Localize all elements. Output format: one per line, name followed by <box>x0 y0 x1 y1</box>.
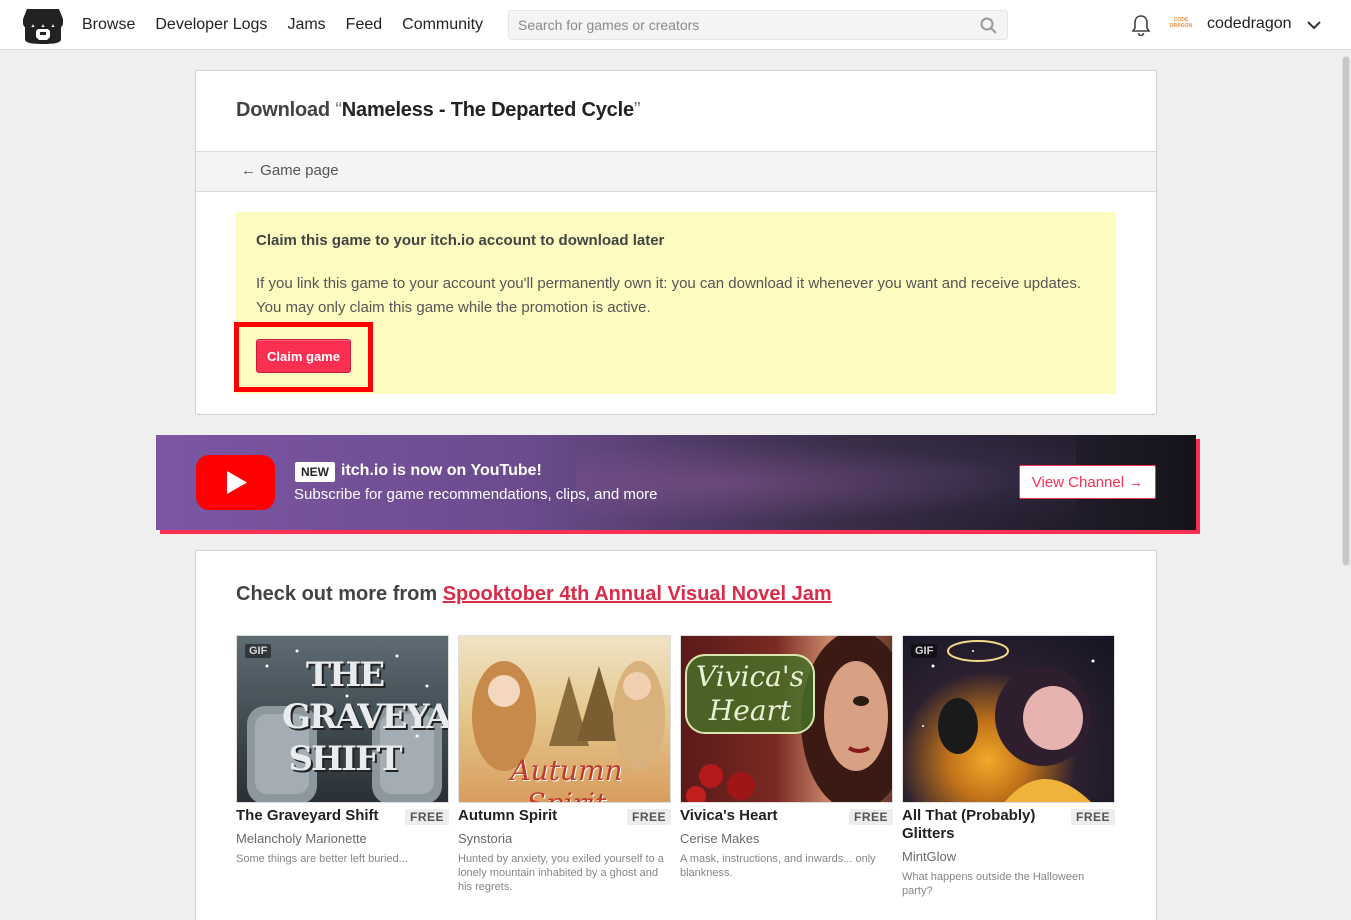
chevron-down-icon[interactable] <box>1306 17 1322 33</box>
game-cell-graveyard-shift[interactable]: GIF THE GRAVEYARD SHIFT The Graveyard Sh… <box>236 635 449 866</box>
itchio-logo-icon[interactable] <box>23 7 63 44</box>
notification-bell-icon[interactable] <box>1131 14 1151 36</box>
download-card: Download “Nameless - The Departed Cycle”… <box>195 70 1157 415</box>
game-title-row: Vivica's Heart FREE <box>680 807 893 827</box>
game-title[interactable]: The Graveyard Shift <box>236 807 396 825</box>
search-icon[interactable] <box>980 17 997 34</box>
title-game-name: Nameless - The Departed Cycle <box>341 99 634 121</box>
youtube-banner-title: itch.io is now on YouTube! <box>341 462 542 479</box>
game-cell-vivicas-heart[interactable]: Vivica's Heart Vivica's Heart FREE Ceris… <box>680 635 893 880</box>
new-badge: NEW <box>295 462 335 482</box>
price-badge: FREE <box>848 809 893 825</box>
game-cell-all-that-glitters[interactable]: GIF All That (Probably) Glitters FREE Mi… <box>902 635 1115 898</box>
more-title-prefix: Check out more from <box>236 583 443 605</box>
game-thumbnail[interactable]: Autumn Spirit <box>458 635 671 803</box>
price-badge: FREE <box>626 809 671 825</box>
game-title[interactable]: All That (Probably) Glitters <box>902 807 1062 843</box>
nav-developer-logs[interactable]: Developer Logs <box>155 16 267 34</box>
more-games-card: Check out more from Spooktober 4th Annua… <box>195 550 1157 920</box>
nav-jams[interactable]: Jams <box>287 16 325 34</box>
game-title-row: The Graveyard Shift FREE <box>236 807 449 827</box>
game-title[interactable]: Autumn Spirit <box>458 807 618 825</box>
game-title-row: All That (Probably) Glitters FREE <box>902 807 1115 845</box>
game-author[interactable]: Cerise Makes <box>680 831 893 846</box>
nav-community[interactable]: Community <box>402 16 483 34</box>
more-games-title: Check out more from Spooktober 4th Annua… <box>236 583 832 606</box>
claim-game-button[interactable]: Claim game <box>256 339 351 373</box>
jam-link[interactable]: Spooktober 4th Annual Visual Novel Jam <box>443 583 832 605</box>
main-nav: Browse Developer Logs Jams Feed Communit… <box>82 0 503 50</box>
banner-background <box>576 435 1076 530</box>
search-box <box>508 10 1008 40</box>
game-author[interactable]: Synstoria <box>458 831 671 846</box>
claim-box: Claim this game to your itch.io account … <box>234 212 1116 394</box>
claim-title: Claim this game to your itch.io account … <box>256 232 665 249</box>
claim-description: If you link this game to your account yo… <box>256 275 1081 316</box>
gif-badge: GIF <box>911 644 938 658</box>
game-description: Some things are better left buried... <box>236 853 408 865</box>
game-description: Hunted by anxiety, you exiled yourself t… <box>458 853 664 893</box>
price-badge: FREE <box>404 809 449 825</box>
username[interactable]: codedragon <box>1207 15 1292 33</box>
game-description: What happens outside the Halloween party… <box>902 871 1085 897</box>
page-title: Download “Nameless - The Departed Cycle” <box>236 99 641 122</box>
thumb-title-text: Vivica's Heart <box>685 654 815 734</box>
title-close-quote: ” <box>633 99 641 121</box>
gif-badge: GIF <box>245 644 272 658</box>
game-page-link[interactable]: ← Game page <box>241 162 339 179</box>
thumb-title-text: Autumn Spirit <box>510 754 623 802</box>
game-thumbnail[interactable]: Vivica's Heart <box>680 635 893 803</box>
nav-bar: ← Game page <box>196 151 1156 192</box>
nav-feed[interactable]: Feed <box>346 16 382 34</box>
game-title-row: Autumn Spirit FREE <box>458 807 671 827</box>
game-cell-autumn-spirit[interactable]: Autumn Spirit Autumn Spirit FREE Synstor… <box>458 635 671 894</box>
youtube-banner-subtitle: Subscribe for game recommendations, clip… <box>294 486 658 503</box>
youtube-play-icon <box>196 455 275 510</box>
thumb-title-text: THE GRAVEYARD SHIFT <box>282 655 448 779</box>
glitters-character-illustration <box>922 640 1095 802</box>
page-scrollbar[interactable] <box>1341 50 1351 920</box>
game-thumbnail[interactable]: GIF <box>902 635 1115 803</box>
nav-browse[interactable]: Browse <box>82 16 135 34</box>
site-header: Browse Developer Logs Jams Feed Communit… <box>0 0 1351 50</box>
title-prefix: Download <box>236 99 336 121</box>
youtube-banner[interactable]: NEW itch.io is now on YouTube! Subscribe… <box>156 435 1196 530</box>
game-author[interactable]: MintGlow <box>902 849 1115 864</box>
scrollbar-thumb[interactable] <box>1342 56 1350 566</box>
price-badge: FREE <box>1070 809 1115 825</box>
game-author[interactable]: Melancholy Marionette <box>236 831 449 846</box>
game-title[interactable]: Vivica's Heart <box>680 807 840 825</box>
user-avatar[interactable]: CODE DRAGON <box>1168 13 1194 37</box>
view-channel-button[interactable]: View Channel → <box>1019 465 1156 499</box>
search-input[interactable] <box>509 11 969 39</box>
game-description: A mask, instructions, and inwards... onl… <box>680 853 876 879</box>
game-thumbnail[interactable]: GIF THE GRAVEYARD SHIFT <box>236 635 449 803</box>
